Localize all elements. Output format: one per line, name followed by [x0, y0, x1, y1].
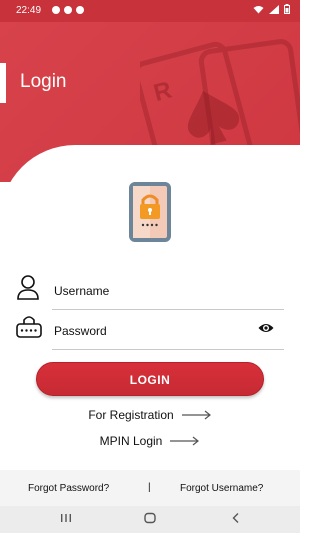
mpin-login-label: MPIN Login: [99, 434, 163, 448]
password-label: Password: [54, 324, 107, 338]
password-field[interactable]: Password: [14, 314, 284, 350]
status-bar: 22:49: [0, 0, 300, 22]
home-icon[interactable]: [144, 512, 156, 524]
footer-separator: |: [148, 482, 151, 493]
title-accent-bar: [0, 63, 6, 103]
forgot-username-link[interactable]: Forgot Username?: [180, 483, 263, 494]
page-title: Login: [20, 71, 67, 92]
forgot-password-link[interactable]: Forgot Password?: [28, 483, 109, 494]
phone-lock-icon: [129, 182, 171, 242]
registration-link[interactable]: For Registration: [0, 405, 300, 425]
lock-keyboard-icon: [16, 316, 42, 338]
username-field[interactable]: Username: [14, 274, 284, 310]
registration-label: For Registration: [88, 408, 174, 422]
user-icon: [17, 275, 39, 300]
arrow-right-icon: [181, 410, 211, 420]
back-icon[interactable]: [230, 512, 242, 524]
arrow-right-icon: [170, 436, 200, 446]
wifi-icon: [253, 5, 264, 13]
battery-icon: [284, 4, 290, 14]
recent-apps-icon[interactable]: [60, 512, 72, 524]
eye-icon[interactable]: [258, 322, 274, 334]
system-icons: [253, 4, 290, 14]
system-navigation-bar: [0, 506, 300, 533]
password-underline: [52, 349, 284, 350]
username-underline: [52, 309, 284, 310]
notification-icon: [76, 6, 84, 14]
status-time: 22:49: [16, 5, 42, 16]
card-letter: R: [151, 77, 175, 108]
notification-icon: [52, 6, 60, 14]
footer-bar: Forgot Password? | Forgot Username?: [0, 470, 300, 506]
signal-icon: [269, 4, 279, 14]
mpin-login-link[interactable]: MPIN Login: [0, 431, 300, 451]
login-button[interactable]: LOGIN: [36, 362, 264, 396]
username-label: Username: [54, 284, 110, 298]
notification-icon: [64, 6, 72, 14]
notification-icons: [52, 4, 84, 14]
